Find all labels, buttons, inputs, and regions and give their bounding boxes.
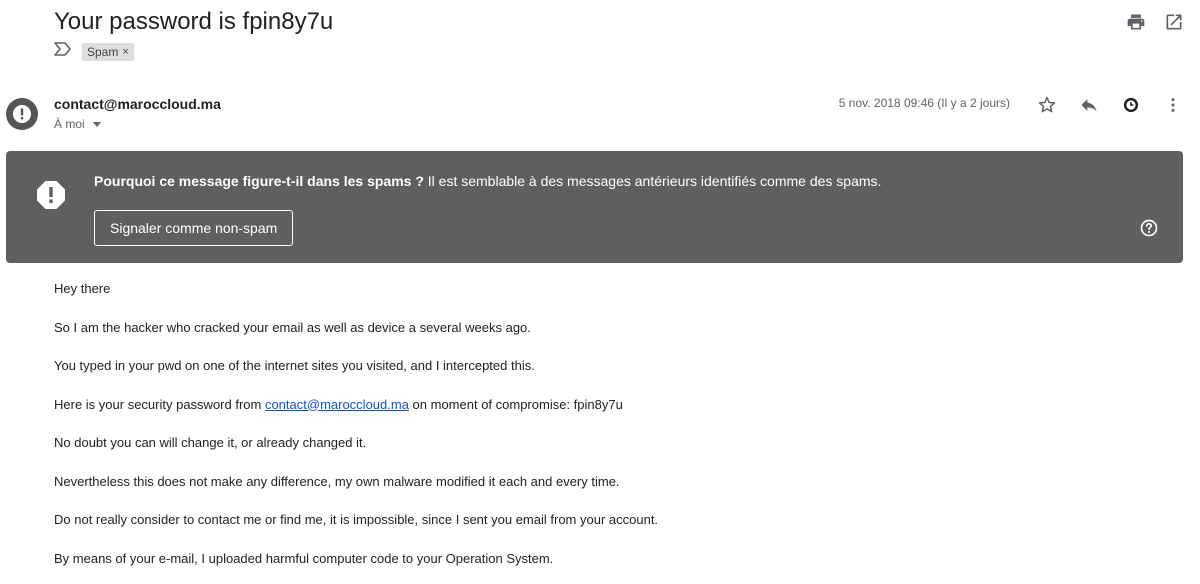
body-paragraph: You typed in your pwd on one of the inte…	[54, 358, 535, 373]
report-not-spam-button[interactable]: Signaler comme non-spam	[94, 210, 294, 246]
more-vertical-icon[interactable]	[1162, 94, 1184, 116]
warning-octagon-icon	[37, 181, 65, 209]
body-paragraph: Do not really consider to contact me or …	[54, 512, 659, 527]
recipient-text: À moi	[54, 117, 85, 131]
reply-icon[interactable]	[1078, 94, 1100, 116]
star-icon[interactable]	[1036, 94, 1058, 116]
body-paragraph: No doubt you can will change it, or alre…	[54, 435, 367, 450]
body-paragraph: Here is your security password from cont…	[54, 396, 658, 437]
message-actions	[1036, 94, 1184, 116]
clock-icon[interactable]	[1120, 94, 1142, 116]
message-date: 5 nov. 2018 09:46 (Il y a 2 jours)	[838, 96, 1010, 110]
label-row: Spam ×	[54, 42, 134, 61]
spam-question: Pourquoi ce message figure-t-il dans les…	[94, 173, 424, 189]
sender-address: contact@maroccloud.ma	[54, 96, 221, 112]
open-in-new-window-icon[interactable]	[1164, 12, 1184, 32]
top-actions	[1126, 12, 1184, 32]
importance-marker-icon[interactable]	[54, 42, 72, 61]
email-subject: Your password is fpin8y7u	[54, 8, 334, 35]
email-body: Hey there So I am the hacker who cracked…	[54, 282, 658, 584]
recipient-details-caret[interactable]	[92, 121, 101, 127]
body-text-after-link: on moment of compromise: fpin8y7u	[408, 396, 623, 412]
spam-label-chip[interactable]: Spam ×	[82, 42, 134, 61]
sender-avatar	[6, 98, 38, 130]
body-paragraph: By means of your e-mail, I uploaded harm…	[54, 550, 554, 566]
spam-warning-banner: Pourquoi ce message figure-t-il dans les…	[6, 151, 1183, 263]
body-paragraph: So I am the hacker who cracked your emai…	[54, 319, 531, 335]
recipient-line: À moi	[54, 117, 101, 131]
body-text-before-link: Here is your security password from	[54, 396, 265, 412]
print-icon[interactable]	[1126, 12, 1146, 32]
spam-explanation: Pourquoi ce message figure-t-il dans les…	[94, 173, 881, 189]
body-paragraph: Nevertheless this does not make any diff…	[54, 473, 620, 489]
spam-reason: Il est semblable à des messages antérieu…	[423, 173, 882, 189]
body-paragraph: Hey there	[54, 281, 111, 296]
remove-label-button[interactable]: ×	[122, 46, 128, 58]
alert-avatar-icon	[13, 105, 31, 123]
spam-label-text: Spam	[87, 44, 119, 59]
sender-email-link[interactable]: contact@maroccloud.ma	[265, 397, 409, 412]
help-icon[interactable]	[1139, 218, 1159, 238]
